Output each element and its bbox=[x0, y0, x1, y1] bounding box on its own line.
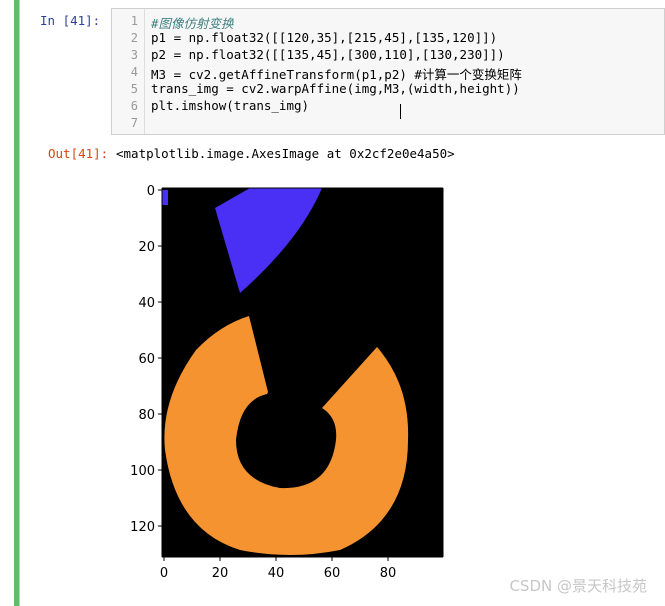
y-tick-label: 60 bbox=[138, 352, 155, 367]
x-tick-label: 0 bbox=[160, 566, 168, 581]
imshow-plot: 0 20 40 60 80 100 120 0 20 40 60 80 bbox=[130, 184, 444, 581]
y-tick-label: 120 bbox=[130, 520, 155, 535]
y-axis: 0 20 40 60 80 100 120 bbox=[130, 184, 162, 535]
y-tick-label: 100 bbox=[130, 464, 155, 479]
x-tick-label: 80 bbox=[380, 566, 397, 581]
watermark: CSDN @景天科技苑 bbox=[509, 577, 647, 595]
y-tick-label: 80 bbox=[138, 408, 155, 423]
y-tick-label: 40 bbox=[138, 296, 155, 311]
x-axis: 0 20 40 60 80 bbox=[160, 557, 396, 581]
x-tick-label: 20 bbox=[212, 566, 229, 581]
y-tick-label: 20 bbox=[138, 240, 155, 255]
x-tick-label: 60 bbox=[324, 566, 341, 581]
image-content bbox=[162, 188, 443, 557]
x-tick-label: 40 bbox=[268, 566, 285, 581]
blue-corner-fragment bbox=[162, 190, 168, 205]
y-tick-label: 0 bbox=[147, 184, 155, 199]
notebook-cell[interactable]: In [41]: 1 2 3 4 5 6 7 #图像仿射变换 p1 = np.f… bbox=[0, 0, 665, 606]
